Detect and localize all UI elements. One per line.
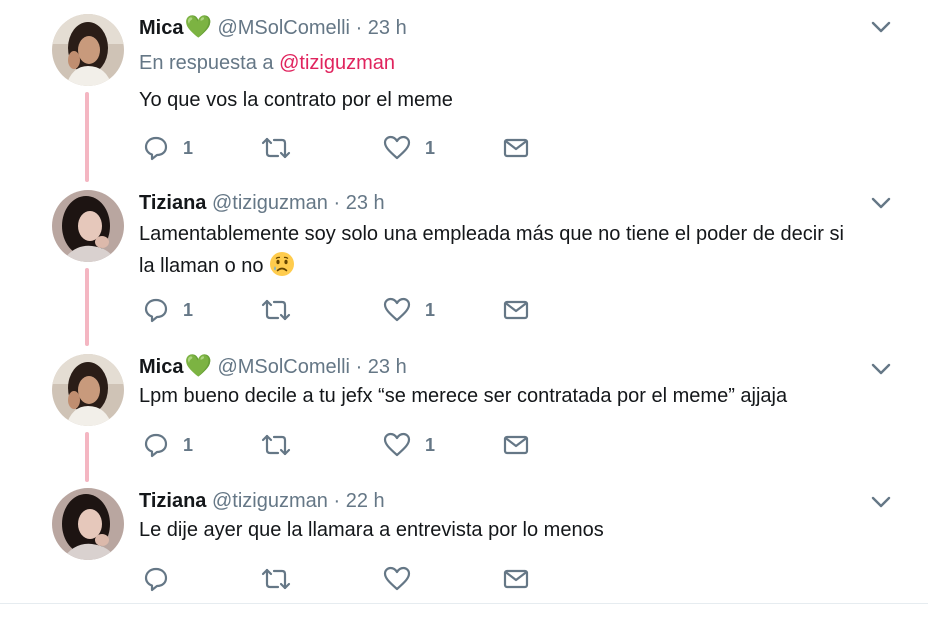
handle[interactable]: @MSolComelli: [217, 356, 350, 378]
sad-face-emoji-icon: [270, 252, 295, 276]
tweet[interactable]: Mica💚 @MSolComelli · 23 h Lpm bueno deci…: [0, 340, 928, 480]
heart-icon: [383, 566, 411, 591]
tweet-text: Lpm bueno decile a tu jefx “se merece se…: [139, 385, 788, 407]
timestamp[interactable]: 23 h: [346, 192, 385, 214]
tweet-text-line: Lamentablemente soy solo una empleada má…: [139, 223, 844, 245]
envelope-icon: [503, 300, 529, 320]
heart-icon: [383, 432, 411, 457]
timestamp[interactable]: 23 h: [368, 356, 407, 378]
handle[interactable]: @tiziguzman: [212, 490, 328, 512]
chevron-down-icon[interactable]: [870, 192, 892, 214]
retweet-icon: [261, 299, 291, 321]
retweet-icon: [261, 434, 291, 456]
display-name[interactable]: Mica: [139, 356, 183, 378]
reply-button[interactable]: [143, 565, 169, 593]
reply-mention-link[interactable]: @tiziguzman: [279, 52, 395, 74]
tweet-text: Yo que vos la contrato por el meme: [139, 89, 453, 111]
reply-icon: [144, 298, 168, 323]
tweet-actions: 1 1: [143, 296, 563, 324]
direct-message-button[interactable]: [503, 296, 529, 324]
envelope-icon: [503, 569, 529, 589]
reply-button[interactable]: 1: [143, 296, 193, 324]
chevron-down-icon[interactable]: [870, 358, 892, 380]
reply-icon: [144, 433, 168, 458]
avatar[interactable]: [52, 488, 124, 560]
retweet-button[interactable]: [261, 296, 291, 324]
tweet-header: Mica💚 @MSolComelli · 23 h: [139, 353, 407, 380]
reply-button[interactable]: 1: [143, 431, 193, 459]
tweet-text-line-2: la llaman o no: [139, 250, 899, 282]
reply-icon: [144, 567, 168, 592]
tweet-text: Lamentablemente soy solo una empleada má…: [139, 218, 899, 282]
display-name[interactable]: Tiziana: [139, 490, 206, 512]
envelope-icon: [503, 138, 529, 158]
separator: ·: [355, 356, 363, 378]
separator: ·: [333, 192, 341, 214]
heart-icon: [383, 297, 411, 322]
green-heart-icon: 💚: [184, 353, 212, 378]
direct-message-button[interactable]: [503, 134, 529, 162]
retweet-icon: [261, 137, 291, 159]
separator: ·: [333, 490, 341, 512]
avatar[interactable]: [52, 354, 124, 426]
separator: ·: [355, 17, 363, 39]
tweet-header: Tiziana @tiziguzman · 23 h: [139, 190, 385, 216]
like-count: 1: [425, 299, 436, 320]
tweet-header: Tiziana @tiziguzman · 22 h: [139, 488, 385, 514]
tweet-text-line: la llaman o no: [139, 255, 264, 277]
tweet-actions: 1 1: [143, 134, 563, 162]
reply-count: 1: [183, 299, 194, 320]
tweet-header: Mica💚 @MSolComelli · 23 h: [139, 14, 407, 41]
like-button[interactable]: [383, 565, 411, 593]
envelope-icon: [503, 435, 529, 455]
reply-prefix: En respuesta a: [139, 52, 274, 74]
avatar[interactable]: [52, 190, 124, 262]
display-name[interactable]: Mica: [139, 17, 183, 39]
handle[interactable]: @tiziguzman: [212, 192, 328, 214]
chevron-down-icon[interactable]: [870, 16, 892, 38]
timestamp[interactable]: 23 h: [368, 17, 407, 39]
tweet[interactable]: Tiziana @tiziguzman · 22 h Le dije ayer …: [0, 480, 928, 602]
divider: [0, 603, 928, 604]
reply-button[interactable]: 1: [143, 134, 193, 162]
direct-message-button[interactable]: [503, 431, 529, 459]
tweet-actions: 1 1: [143, 431, 563, 459]
display-name[interactable]: Tiziana: [139, 192, 206, 214]
like-button[interactable]: 1: [383, 431, 435, 459]
tweet-text: Le dije ayer que la llamara a entrevista…: [139, 519, 604, 541]
green-heart-icon: 💚: [184, 14, 212, 39]
tweet[interactable]: Tiziana @tiziguzman · 23 h Lamentablemen…: [0, 180, 928, 340]
retweet-button[interactable]: [261, 565, 291, 593]
retweet-icon: [261, 568, 291, 590]
retweet-button[interactable]: [261, 134, 291, 162]
retweet-button[interactable]: [261, 431, 291, 459]
direct-message-button[interactable]: [503, 565, 529, 593]
handle[interactable]: @MSolComelli: [217, 17, 350, 39]
tweet-actions: [143, 565, 563, 593]
heart-icon: [383, 135, 411, 160]
reply-count: 1: [183, 137, 194, 158]
like-count: 1: [425, 137, 436, 158]
like-count: 1: [425, 434, 436, 455]
tweet[interactable]: Mica💚 @MSolComelli · 23 h En respuesta a…: [0, 0, 928, 180]
like-button[interactable]: 1: [383, 296, 435, 324]
reply-icon: [144, 136, 168, 161]
like-button[interactable]: 1: [383, 134, 435, 162]
reply-context: En respuesta a @tiziguzman: [139, 50, 395, 76]
reply-count: 1: [183, 434, 194, 455]
timestamp[interactable]: 22 h: [346, 490, 385, 512]
chevron-down-icon[interactable]: [870, 491, 892, 513]
avatar[interactable]: [52, 14, 124, 86]
